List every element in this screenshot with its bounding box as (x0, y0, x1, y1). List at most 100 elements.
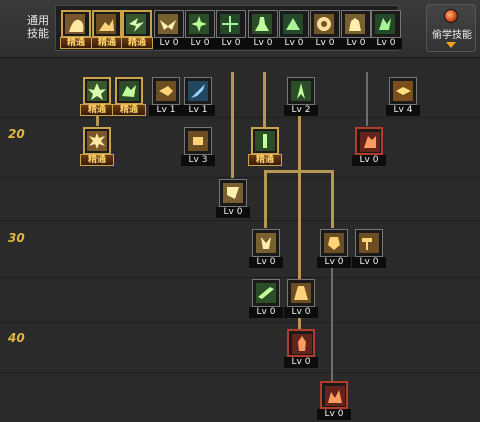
connector-line (263, 72, 266, 127)
tree-skill-r2-2[interactable]: Lv 3 (181, 127, 215, 166)
wind-slash-icon (256, 283, 276, 303)
row-divider (0, 117, 480, 118)
leaf-spike-icon (291, 81, 311, 101)
skill-level-label: Lv 0 (249, 257, 283, 268)
common-skill-7[interactable]: Lv 0 (247, 10, 279, 50)
tree-skill-r4-1[interactable]: Lv 0 (249, 229, 283, 268)
skill-frame (219, 179, 247, 207)
skill-level-label: 精通 (91, 37, 123, 49)
skill-frame (83, 77, 111, 105)
connector-line (264, 170, 267, 228)
tree-skill-r1-1[interactable]: 精通 (80, 77, 114, 116)
leaf-burst-icon (87, 81, 107, 101)
skill-frame (310, 10, 340, 38)
connector-line (366, 72, 368, 126)
skill-frame (83, 127, 111, 155)
inferno-icon (325, 386, 345, 406)
skill-frame (115, 77, 143, 105)
connector-line (298, 110, 301, 170)
skill-level-label: Lv 2 (284, 105, 318, 116)
common-skill-8[interactable]: Lv 0 (278, 10, 310, 50)
common-skills-label: 通用 技能 (27, 14, 49, 40)
tree-skill-r5-2[interactable]: Lv 0 (284, 279, 318, 318)
skill-level-label: Lv 0 (352, 155, 386, 166)
tree-skill-r1-5[interactable]: Lv 2 (284, 77, 318, 116)
skill-frame (185, 10, 215, 38)
row-divider (0, 220, 480, 221)
tree-skill-r4-2[interactable]: Lv 0 (317, 229, 351, 268)
skill-level-label: Lv 0 (340, 38, 372, 49)
tree-skill-r1-6[interactable]: Lv 4 (386, 77, 420, 116)
common-skill-2[interactable]: 精通 (91, 10, 123, 50)
common-skill-10[interactable]: Lv 0 (340, 10, 372, 50)
steal-skill-icon (444, 9, 458, 23)
skill-level-label: 精通 (248, 154, 282, 166)
top-bar: 通用 技能 精通 精通 精通 Lv 0 Lv 0 Lv 0 Lv 0 Lv 0 Lv 0 Lv 0… (0, 0, 480, 58)
stomp-icon (252, 14, 272, 34)
tree-skill-r2-4[interactable]: Lv 0 (352, 127, 386, 166)
skill-level-label: 精通 (112, 104, 146, 116)
common-skill-6[interactable]: Lv 0 (215, 10, 247, 50)
skill-level-label: Lv 1 (149, 105, 183, 116)
tree-skill-r4-3[interactable]: Lv 0 (352, 229, 386, 268)
skill-frame (341, 10, 371, 38)
skill-level-label: Lv 0 (215, 38, 247, 49)
tree-skill-r3-1[interactable]: Lv 0 (216, 179, 250, 218)
skill-frame (92, 10, 122, 38)
flex-icon (345, 14, 365, 34)
skill-level-label: Lv 0 (352, 257, 386, 268)
skill-level-label: Lv 0 (216, 207, 250, 218)
fire-dragon-icon (360, 132, 380, 152)
tree-skill-r7-1[interactable]: Lv 0 (317, 381, 351, 420)
tree-skill-r1-2[interactable]: 精通 (112, 77, 146, 116)
skill-level-label: Lv 0 (284, 357, 318, 368)
skill-frame (287, 279, 315, 307)
pillar-icon (255, 131, 275, 151)
skill-frame (371, 10, 401, 38)
skill-level-label: Lv 0 (184, 38, 216, 49)
blue-slash-icon (188, 81, 208, 101)
common-skill-4[interactable]: Lv 0 (153, 10, 185, 50)
common-skill-11[interactable]: Lv 0 (370, 10, 402, 50)
common-skill-5[interactable]: Lv 0 (184, 10, 216, 50)
eagle-icon (158, 14, 178, 34)
skill-frame (320, 229, 348, 257)
tree-skill-r2-1[interactable]: 精通 (80, 127, 114, 166)
common-skill-1[interactable]: 精通 (60, 10, 92, 50)
skill-level-label: Lv 0 (247, 38, 279, 49)
palm-strike-icon (156, 81, 176, 101)
ground-slam-icon (283, 14, 303, 34)
steal-skills-button[interactable]: 偷学技能 (426, 4, 476, 52)
row-divider (0, 177, 480, 178)
skill-frame (251, 127, 279, 155)
row-divider (0, 372, 480, 373)
skill-level-label: Lv 0 (309, 38, 341, 49)
tree-skill-r5-1[interactable]: Lv 0 (249, 279, 283, 318)
spin-kick-icon (375, 14, 395, 34)
row-divider (0, 277, 480, 278)
tree-skill-r2-3[interactable]: 精通 (248, 127, 282, 166)
skill-tree-window: 通用 技能 精通 精通 精通 Lv 0 Lv 0 Lv 0 Lv 0 Lv 0 Lv 0 Lv 0… (0, 0, 480, 422)
tree-skill-r6-1[interactable]: Lv 0 (284, 329, 318, 368)
leap-icon (119, 81, 139, 101)
common-skill-9[interactable]: Lv 0 (309, 10, 341, 50)
skill-level-label: 精通 (80, 154, 114, 166)
tree-skill-r1-4[interactable]: Lv 1 (181, 77, 215, 116)
dropdown-arrow-icon (446, 42, 456, 48)
level-label-40: 40 (8, 331, 25, 345)
common-skill-3[interactable]: 精通 (121, 10, 153, 50)
crouch-kick-icon (96, 14, 116, 34)
skill-frame (216, 10, 246, 38)
connector-line (331, 263, 333, 383)
grab-icon (223, 183, 243, 203)
skill-frame (248, 10, 278, 38)
skill-level-label: Lv 1 (181, 105, 215, 116)
tree-skill-r1-3[interactable]: Lv 1 (149, 77, 183, 116)
skill-frame (122, 10, 152, 38)
skill-level-label: Lv 0 (370, 38, 402, 49)
skill-frame (279, 10, 309, 38)
skill-frame (320, 381, 348, 409)
skill-frame (252, 229, 280, 257)
headbutt-icon (324, 233, 344, 253)
skill-level-label: Lv 0 (284, 307, 318, 318)
